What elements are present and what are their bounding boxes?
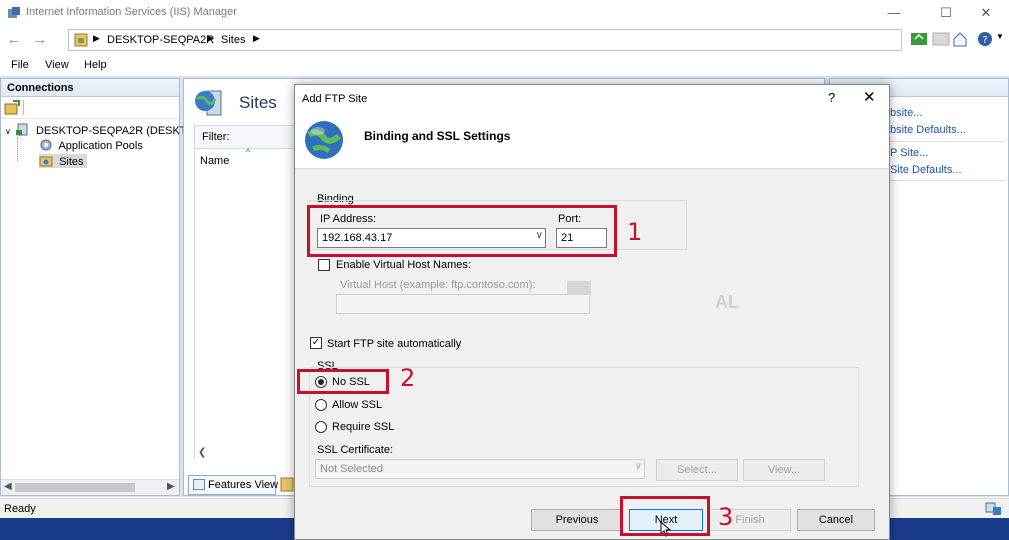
actions-divider <box>885 180 1005 181</box>
address-bar: ← → ▶ DESKTOP-SEQPA2R ▶ Sites ▶ ? ▼ <box>0 26 1009 54</box>
stop-icon[interactable] <box>932 31 950 47</box>
breadcrumb-separator-icon: ▶ <box>93 33 100 43</box>
close-window-button[interactable]: ✕ <box>963 2 1009 24</box>
connections-horizontal-scrollbar[interactable]: ◀ ▶ <box>1 479 179 495</box>
sort-ascending-icon: ^ <box>246 147 251 157</box>
sites-folder-icon <box>39 156 53 167</box>
scroll-thumb[interactable] <box>15 483 135 492</box>
connect-icon[interactable] <box>4 100 20 115</box>
toolbar-divider <box>23 100 24 115</box>
enable-virtual-host-checkbox[interactable] <box>318 259 330 271</box>
actions-divider <box>885 141 1005 142</box>
minimize-button[interactable]: — <box>871 2 917 24</box>
title-bar: Internet Information Services (IIS) Mana… <box>0 0 1009 26</box>
server-node-icon <box>74 33 88 47</box>
address-path[interactable]: ▶ DESKTOP-SEQPA2R ▶ Sites ▶ <box>68 29 902 51</box>
view-certificate-button[interactable]: View... <box>743 459 825 481</box>
tree-item-label: Application Pools <box>58 140 143 152</box>
ssl-certificate-value: Not Selected <box>320 463 383 475</box>
annotation-step-3: 3 <box>718 503 734 531</box>
menu-help[interactable]: Help <box>84 59 107 71</box>
tree-item-label: Sites <box>59 156 84 168</box>
content-view-icon[interactable] <box>280 477 294 492</box>
background-artifact <box>567 281 591 295</box>
connections-toolbar <box>1 97 179 119</box>
annotation-step-2: 2 <box>400 364 416 392</box>
annotation-step-1: 1 <box>627 218 643 246</box>
status-text: Ready <box>4 503 36 515</box>
menu-bar: File View Help <box>0 54 1009 76</box>
previous-button[interactable]: Previous <box>531 509 623 531</box>
dialog-header: Binding and SSL Settings <box>295 113 889 169</box>
connections-header: Connections <box>1 79 179 97</box>
forward-arrow-icon[interactable]: → <box>30 30 50 50</box>
dialog-close-icon[interactable]: ✕ <box>863 88 876 106</box>
start-ftp-automatically-label: Start FTP site automatically <box>327 338 462 350</box>
action-add-website[interactable]: bsite... <box>890 107 922 119</box>
tree-item-sites[interactable]: Sites <box>39 154 87 168</box>
tree-item-application-pools[interactable]: Application Pools <box>39 138 143 152</box>
scroll-left-icon[interactable]: ❮ <box>198 447 206 458</box>
require-ssl-radio[interactable] <box>315 421 327 433</box>
page-title: Sites <box>239 93 277 112</box>
dialog-title-bar: Add FTP Site ? ✕ <box>295 85 889 113</box>
cancel-button[interactable]: Cancel <box>797 509 875 531</box>
tree-connector <box>17 137 18 161</box>
allow-ssl-label: Allow SSL <box>332 399 383 411</box>
filter-label: Filter: <box>202 131 230 143</box>
start-ftp-automatically-checkbox[interactable]: ✓ <box>310 337 322 349</box>
features-view-label: Features View <box>208 479 279 491</box>
virtual-host-label: Virtual Host (example: ftp.contoso.com): <box>340 279 536 291</box>
scroll-right-icon[interactable]: ▶ <box>167 481 175 492</box>
refresh-icon[interactable] <box>910 31 928 47</box>
ssl-certificate-combo[interactable]: Not Selected ∨ <box>315 459 645 479</box>
sites-globe-icon <box>195 90 222 116</box>
menu-file[interactable]: File <box>11 59 29 71</box>
action-website-defaults[interactable]: bsite Defaults... <box>890 124 966 136</box>
require-ssl-label: Require SSL <box>332 421 395 433</box>
filter-bar[interactable]: Filter: <box>194 125 304 149</box>
menu-view[interactable]: View <box>45 59 69 71</box>
scroll-left-icon[interactable]: ◀ <box>4 481 12 492</box>
server-icon <box>15 123 28 136</box>
ssl-certificate-label: SSL Certificate: <box>317 444 394 456</box>
action-ftp-site-defaults[interactable]: Site Defaults... <box>890 164 962 176</box>
tree-item-label: DESKTOP-SEQPA2R (DESKTOP <box>35 125 203 137</box>
action-add-ftp-site[interactable]: P Site... <box>890 147 928 159</box>
connections-pane: Connections ∨ DESKTOP-SEQPA2R (DESKTOP A… <box>0 78 202 496</box>
network-status-icon <box>985 502 1001 515</box>
virtual-host-input[interactable] <box>336 294 590 314</box>
back-arrow-icon[interactable]: ← <box>4 30 24 50</box>
breadcrumb-server[interactable]: DESKTOP-SEQPA2R <box>107 34 214 46</box>
breadcrumb-sites[interactable]: Sites <box>221 34 245 46</box>
annotation-box-next <box>620 496 710 536</box>
globe-icon <box>305 121 343 159</box>
allow-ssl-radio[interactable] <box>315 399 327 411</box>
add-ftp-site-dialog: Add FTP Site ? ✕ Binding and SSL Setting… <box>294 84 890 540</box>
tree-item-server[interactable]: ∨ DESKTOP-SEQPA2R (DESKTOP <box>5 123 202 137</box>
dialog-help-button[interactable]: ? <box>828 90 835 105</box>
svg-text:?: ? <box>982 35 987 46</box>
iis-app-icon <box>8 7 20 18</box>
home-icon[interactable] <box>952 30 968 48</box>
column-header-name[interactable]: Name <box>200 155 229 167</box>
chevron-down-icon[interactable]: ∨ <box>5 127 11 136</box>
breadcrumb-separator-icon: ▶ <box>207 33 214 43</box>
enable-virtual-host-label: Enable Virtual Host Names: <box>336 259 471 271</box>
application-pools-icon <box>40 139 52 151</box>
breadcrumb-separator-icon: ▶ <box>253 33 260 43</box>
features-view-tab[interactable]: Features View <box>188 475 279 495</box>
annotation-box-binding <box>307 205 617 257</box>
select-certificate-button[interactable]: Select... <box>656 459 738 481</box>
annotation-box-no-ssl <box>297 369 389 394</box>
window-title: Internet Information Services (IIS) Mana… <box>26 6 237 18</box>
sites-list[interactable] <box>194 149 304 459</box>
help-icon[interactable]: ? <box>976 30 994 48</box>
dialog-title: Add FTP Site <box>302 93 368 105</box>
dialog-heading: Binding and SSL Settings <box>364 129 511 143</box>
chevron-down-icon[interactable]: ∨ <box>635 461 642 472</box>
help-dropdown-icon[interactable]: ▼ <box>996 32 1009 48</box>
background-text: AL <box>715 292 739 312</box>
features-view-icon <box>193 479 205 490</box>
